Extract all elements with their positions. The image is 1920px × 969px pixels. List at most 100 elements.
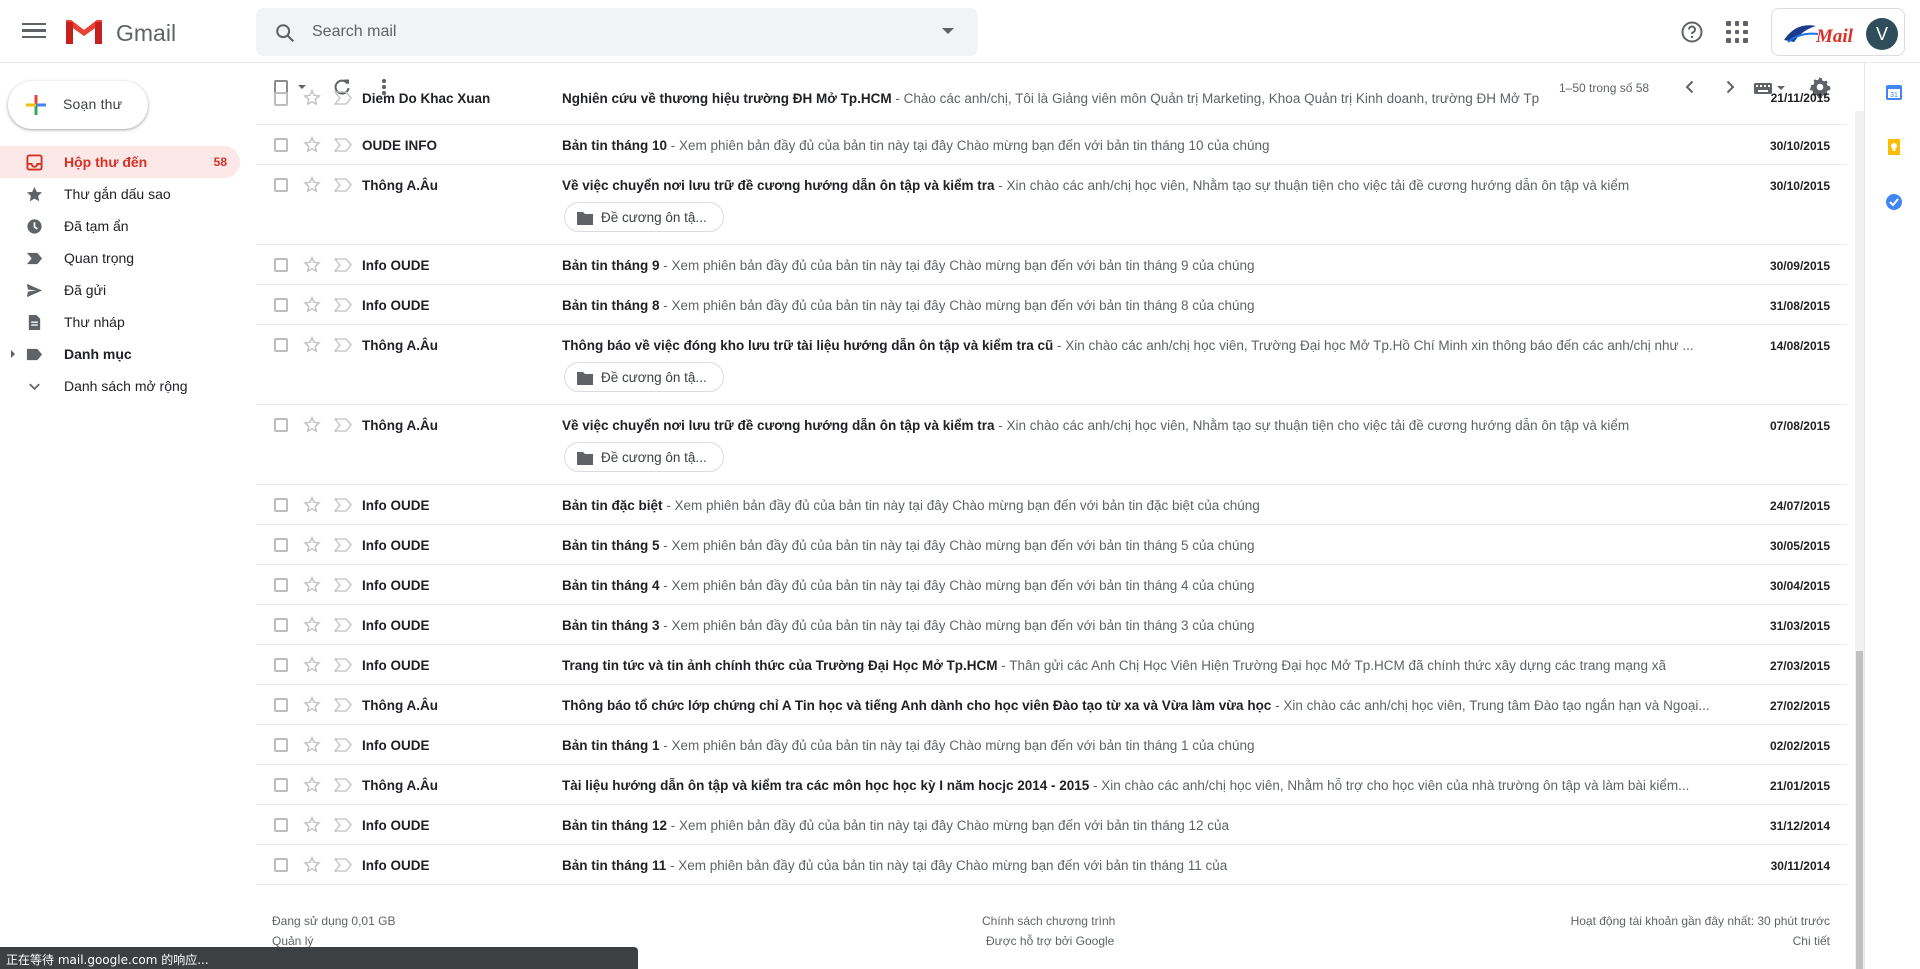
activity-details-link[interactable]: Chi tiết [1793,934,1830,948]
email-row[interactable]: Info OUDE Bản tin tháng 4 - Xem phiên bản… [256,565,1847,605]
account-area[interactable]: Mail V [1771,8,1905,56]
important-marker-icon[interactable] [334,858,352,872]
important-marker-icon[interactable] [334,298,352,312]
important-marker-icon[interactable] [334,538,352,552]
star-outline-icon[interactable] [303,256,321,274]
attachment-chip[interactable]: Đề cương ôn tậ... [564,202,724,232]
row-checkbox[interactable] [274,178,288,192]
row-checkbox[interactable] [274,818,288,832]
important-marker-icon[interactable] [334,418,352,432]
email-row[interactable]: Info OUDE Bản tin tháng 8 - Xem phiên bản… [256,285,1847,325]
main-menu-icon[interactable] [20,20,48,44]
row-checkbox[interactable] [274,578,288,592]
row-checkbox[interactable] [274,738,288,752]
search-input[interactable] [312,20,912,44]
star-outline-icon[interactable] [303,576,321,594]
star-outline-icon[interactable] [303,536,321,554]
row-checkbox[interactable] [274,778,288,792]
email-row[interactable]: Thông A.Âu Thông báo về việc đóng kho lưu… [256,325,1847,405]
email-row[interactable]: Info OUDE Trang tin tức và tin ảnh chính … [256,645,1847,685]
star-outline-icon[interactable] [303,89,321,107]
row-checkbox[interactable] [274,538,288,552]
important-marker-icon[interactable] [334,818,352,832]
star-outline-icon[interactable] [303,136,321,154]
star-outline-icon[interactable] [303,616,321,634]
row-checkbox[interactable] [274,92,288,106]
sidebar-item-inbox[interactable]: Hộp thư đến 58 [0,146,240,178]
important-marker-icon[interactable] [334,698,352,712]
important-marker-icon[interactable] [334,178,352,192]
email-row[interactable]: Info OUDE Bản tin tháng 12 - Xem phiên bả… [256,805,1847,845]
row-checkbox[interactable] [274,258,288,272]
important-marker-icon[interactable] [334,778,352,792]
attachment-chip[interactable]: Đề cương ôn tậ... [564,442,724,472]
important-marker-icon[interactable] [334,258,352,272]
row-checkbox[interactable] [274,698,288,712]
manage-storage-link[interactable]: Quản lý [272,934,313,948]
avatar[interactable]: V [1866,18,1898,50]
sidebar-item-important[interactable]: Quan trọng [0,242,240,274]
program-policy-link[interactable]: Chính sách chương trình [982,914,1115,928]
email-row[interactable]: Thông A.Âu Thông báo tổ chức lớp chứng ch… [256,685,1847,725]
scrollbar[interactable] [1855,111,1864,969]
star-outline-icon[interactable] [303,336,321,354]
row-checkbox[interactable] [274,618,288,632]
email-row[interactable]: Info OUDE Bản tin tháng 3 - Xem phiên bản… [256,605,1847,645]
important-marker-icon[interactable] [334,338,352,352]
star-outline-icon[interactable] [303,176,321,194]
email-row[interactable]: Info OUDE Bản tin tháng 5 - Xem phiên bản… [256,525,1847,565]
email-row[interactable]: Thông A.Âu Về việc chuyển nơi lưu trữ đề … [256,165,1847,245]
email-row[interactable]: Diem Do Khac Xuan Nghiên cứu về thương hi… [256,89,1847,125]
search-bar[interactable] [256,8,978,56]
help-icon[interactable] [1680,20,1704,44]
star-outline-icon[interactable] [303,736,321,754]
sidebar-item-snoozed[interactable]: Đã tạm ẩn [0,210,240,242]
row-checkbox[interactable] [274,338,288,352]
important-marker-icon[interactable] [334,138,352,152]
row-checkbox[interactable] [274,858,288,872]
search-icon[interactable] [274,22,296,44]
important-marker-icon[interactable] [334,91,352,105]
important-marker-icon[interactable] [334,498,352,512]
row-checkbox[interactable] [274,418,288,432]
scrollbar-thumb[interactable] [1856,651,1863,969]
tasks-icon[interactable] [1885,193,1903,211]
gmail-logo-icon[interactable] [64,16,104,46]
star-outline-icon[interactable] [303,656,321,674]
sidebar-item-drafts[interactable]: Thư nháp [0,306,240,338]
star-outline-icon[interactable] [303,696,321,714]
star-outline-icon[interactable] [303,776,321,794]
star-outline-icon[interactable] [303,816,321,834]
star-outline-icon[interactable] [303,296,321,314]
row-checkbox[interactable] [274,498,288,512]
important-marker-icon[interactable] [334,738,352,752]
email-row[interactable]: OUDE INFO Bản tin tháng 10 - Xem phiên bả… [256,125,1847,165]
sidebar-item-sent[interactable]: Đã gửi [0,274,240,306]
email-row[interactable]: Info OUDE Bản tin tháng 1 - Xem phiên bản… [256,725,1847,765]
star-outline-icon[interactable] [303,416,321,434]
compose-button[interactable]: Soạn thư [8,81,148,129]
important-marker-icon[interactable] [334,658,352,672]
search-options-icon[interactable] [942,28,954,34]
row-checkbox[interactable] [274,138,288,152]
star-outline-icon[interactable] [303,856,321,874]
email-row[interactable]: Info OUDE Bản tin đặc biệt - Xem phiên bả… [256,485,1847,525]
sidebar-item-starred[interactable]: Thư gắn dấu sao [0,178,240,210]
expand-arrow-icon[interactable] [11,350,15,358]
row-checkbox[interactable] [274,658,288,672]
email-row[interactable]: Thông A.Âu Tài liệu hướng dẫn ôn tập và k… [256,765,1847,805]
email-row[interactable]: Info OUDE Bản tin tháng 11 - Xem phiên bả… [256,845,1847,885]
calendar-icon[interactable]: 31 [1885,83,1903,101]
important-marker-icon[interactable] [334,578,352,592]
keep-notes-icon[interactable] [1885,138,1903,156]
email-row[interactable]: Info OUDE Bản tin tháng 9 - Xem phiên bản… [256,245,1847,285]
email-row[interactable]: Thông A.Âu Về việc chuyển nơi lưu trữ đề … [256,405,1847,485]
sidebar-nav: Hộp thư đến 58 Thư gắn dấu sao Đã tạm ẩn… [0,146,256,402]
star-outline-icon[interactable] [303,496,321,514]
important-marker-icon[interactable] [334,618,352,632]
row-checkbox[interactable] [274,298,288,312]
sidebar-item-categories[interactable]: Danh mục [0,338,240,370]
sidebar-item-more[interactable]: Danh sách mở rộng [0,370,240,402]
apps-grid-icon[interactable] [1726,21,1748,43]
attachment-chip[interactable]: Đề cương ôn tậ... [564,362,724,392]
